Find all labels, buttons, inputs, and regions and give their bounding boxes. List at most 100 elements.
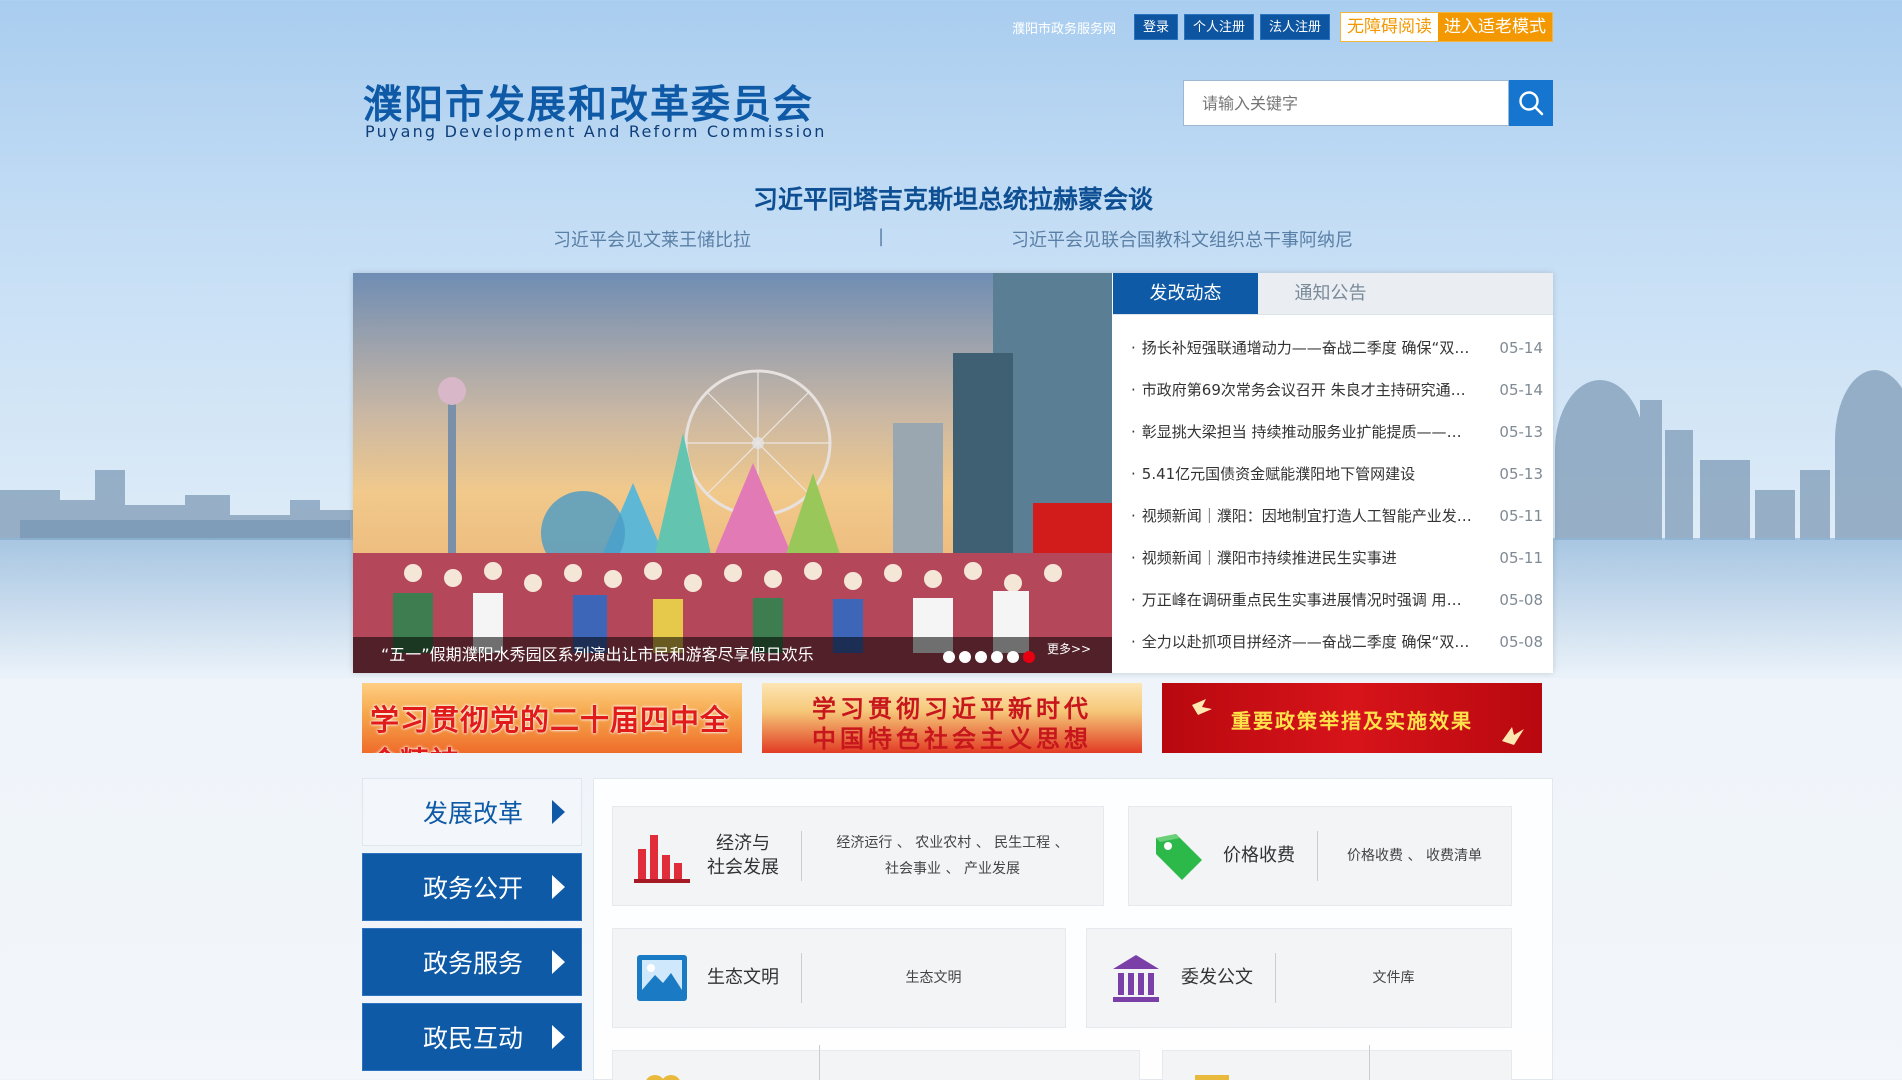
slideshow-dot[interactable] xyxy=(1007,651,1019,663)
chevron-right-icon xyxy=(552,800,565,824)
news-title[interactable]: 5.41亿元国债资金赋能濮阳地下管网建设 xyxy=(1131,453,1476,495)
card-economy-title-line1: 经济与 xyxy=(716,833,770,854)
card-economy-subs: 经济运行 、 农业农村 、 民生工程 、 社会事业 、 产业发展 xyxy=(802,830,1103,882)
login-button[interactable]: 登录 xyxy=(1133,14,1178,40)
slideshow-dot[interactable] xyxy=(991,651,1003,663)
headline-sub-left[interactable]: 习近平会见文莱王储比拉 xyxy=(553,226,751,252)
card-partial-left[interactable] xyxy=(612,1045,1140,1080)
slideshow-dot[interactable] xyxy=(1023,651,1035,663)
news-slideshow[interactable]: “五一”假期濮阳水秀园区系列演出让市民和游客尽享假日欢乐 更多>> xyxy=(353,273,1112,673)
news-title[interactable]: 视频新闻｜濮阳：因地制宜打造人工智能产业发展新高地 xyxy=(1131,495,1476,537)
news-date: 05-14 xyxy=(1499,381,1543,399)
list-item[interactable]: 全力以赴抓项目拼经济——奋战二季度 确保“双半”工作推进 05-08 xyxy=(1131,621,1543,663)
category-panel: 经济与 社会发展 经济运行 、 农业农村 、 民生工程 、 社会事业 、 产业发… xyxy=(593,778,1553,1080)
slideshow-dot[interactable] xyxy=(975,651,987,663)
card-partial-right[interactable] xyxy=(1162,1045,1512,1080)
search-input[interactable] xyxy=(1183,80,1509,126)
card-ecology-title: 生态文明 xyxy=(707,967,779,988)
nav-item-label: 政务公开 xyxy=(423,874,524,903)
slideshow-image xyxy=(353,273,1112,673)
government-building-icon xyxy=(1105,947,1167,1009)
list-item[interactable]: 扬长补短强联通增动力——奋战二季度 确保“双半”工作推进 05-14 xyxy=(1131,327,1543,369)
list-item[interactable]: 彰显挑大梁担当 持续推动服务业扩能提质——访市发改委 05-13 xyxy=(1131,411,1543,453)
tab-notices[interactable]: 通知公告 xyxy=(1258,273,1403,314)
price-tag-icon xyxy=(1147,825,1209,887)
card-economy-title-line2: 社会发展 xyxy=(707,857,779,878)
top-bar: 濮阳市政务服务网 登录 个人注册 法人注册 无障碍阅读 进入适老模式 xyxy=(1012,12,1553,42)
chevron-right-icon xyxy=(552,875,565,899)
news-title[interactable]: 视频新闻｜濮阳市持续推进民生实事进 xyxy=(1131,537,1476,579)
news-title[interactable]: 市政府第69次常务会议召开 朱良才主持研究通过有关事项 xyxy=(1131,369,1476,411)
news-title[interactable]: 全力以赴抓项目拼经济——奋战二季度 确保“双半”工作推进 xyxy=(1131,621,1476,663)
banner-policy-effects-text: 重要政策举措及实施效果 xyxy=(1231,709,1473,733)
banner-fourth-plenum[interactable]: 学习贯彻党的二十届四中全会精神 xyxy=(362,683,742,753)
news-date: 05-14 xyxy=(1499,339,1543,357)
corporate-register-button[interactable]: 法人注册 xyxy=(1259,14,1330,40)
news-tabs: 发改动态 通知公告 xyxy=(1113,273,1553,315)
headline-subs: 习近平会见文莱王储比拉 | 习近平会见联合国教科文组织总干事阿纳尼 xyxy=(353,226,1553,252)
news-title[interactable]: 扬长补短强联通增动力——奋战二季度 确保“双半”工作推进 xyxy=(1131,327,1476,369)
card-documents[interactable]: 委发公文 文件库 xyxy=(1086,928,1512,1028)
card-economy-sub-line2[interactable]: 社会事业 、 产业发展 xyxy=(810,856,1095,882)
divider xyxy=(819,1045,820,1080)
card-economy-title: 经济与 社会发展 xyxy=(707,832,779,880)
banner-policy-effects[interactable]: 重要政策举措及实施效果 xyxy=(1162,683,1542,753)
search-icon xyxy=(1519,91,1544,116)
list-item[interactable]: 5.41亿元国债资金赋能濮阳地下管网建设 05-13 xyxy=(1131,453,1543,495)
banner-xi-thought-line2: 中国特色社会主义思想 xyxy=(812,724,1092,753)
banner-xi-thought[interactable]: 学习贯彻习近平新时代 中国特色社会主义思想 xyxy=(762,683,1142,753)
partial-icon xyxy=(1181,1039,1243,1080)
chevron-right-icon xyxy=(552,950,565,974)
headline-sub-right[interactable]: 习近平会见联合国教科文组织总干事阿纳尼 xyxy=(1011,226,1353,252)
list-item[interactable]: 视频新闻｜濮阳：因地制宜打造人工智能产业发展新高地 05-11 xyxy=(1131,495,1543,537)
elderly-mode-button[interactable]: 进入适老模式 xyxy=(1438,13,1552,41)
banner-fourth-plenum-text: 学习贯彻党的二十届四中全会精神 xyxy=(370,703,731,753)
slideshow-dots xyxy=(943,651,1035,663)
news-panel: 发改动态 通知公告 扬长补短强联通增动力——奋战二季度 确保“双半”工作推进 05… xyxy=(1113,273,1553,673)
nav-item-public-interaction[interactable]: 政民互动 xyxy=(362,1003,582,1071)
search-box xyxy=(1183,80,1553,126)
chevron-right-icon xyxy=(552,1025,565,1049)
news-title[interactable]: 万正峰在调研重点民生实事进展情况时强调 用心用情办好 xyxy=(1131,579,1476,621)
personal-register-button[interactable]: 个人注册 xyxy=(1183,14,1254,40)
list-item[interactable]: 视频新闻｜濮阳市持续推进民生实事进 05-11 xyxy=(1131,537,1543,579)
topic-banners: 学习贯彻党的二十届四中全会精神 学习贯彻习近平新时代 中国特色社会主义思想 重要… xyxy=(362,683,1542,753)
nav-item-government-affairs[interactable]: 政务公开 xyxy=(362,853,582,921)
card-economy-sub-line1[interactable]: 经济运行 、 农业农村 、 民生工程 、 xyxy=(810,830,1095,856)
card-price-title: 价格收费 xyxy=(1223,845,1295,866)
headline-separator: | xyxy=(877,226,885,247)
site-logo-subtitle: Puyang Development And Reform Commission xyxy=(365,122,827,141)
partial-icon xyxy=(631,1039,693,1080)
news-date: 05-11 xyxy=(1499,549,1543,567)
slideshow-more-link[interactable]: 更多>> xyxy=(1047,640,1091,657)
accessibility-group: 无障碍阅读 进入适老模式 xyxy=(1340,12,1553,42)
news-date: 05-11 xyxy=(1499,507,1543,525)
gov-service-link[interactable]: 濮阳市政务服务网 xyxy=(1012,18,1116,37)
list-item[interactable]: 市政府第69次常务会议召开 朱良才主持研究通过有关事项 05-14 xyxy=(1131,369,1543,411)
tab-reform-news[interactable]: 发改动态 xyxy=(1113,273,1258,314)
left-nav: 发展改革 政务公开 政务服务 政民互动 xyxy=(362,778,582,1078)
headline-main[interactable]: 习近平同塔吉克斯坦总统拉赫蒙会谈 xyxy=(353,180,1553,216)
divider xyxy=(1369,1045,1370,1080)
list-item[interactable]: 万正峰在调研重点民生实事进展情况时强调 用心用情办好 05-08 xyxy=(1131,579,1543,621)
landscape-image-icon xyxy=(631,947,693,1009)
card-price-sub[interactable]: 价格收费 、 收费清单 xyxy=(1318,843,1511,869)
card-ecology[interactable]: 生态文明 生态文明 xyxy=(612,928,1066,1028)
card-ecology-sub[interactable]: 生态文明 xyxy=(802,965,1065,991)
search-button[interactable] xyxy=(1509,80,1553,126)
nav-item-label: 政务服务 xyxy=(423,949,524,978)
news-date: 05-08 xyxy=(1499,591,1543,609)
news-title[interactable]: 彰显挑大梁担当 持续推动服务业扩能提质——访市发改委 xyxy=(1131,411,1476,453)
accessible-reading-button[interactable]: 无障碍阅读 xyxy=(1341,13,1438,41)
card-economy[interactable]: 经济与 社会发展 经济运行 、 农业农村 、 民生工程 、 社会事业 、 产业发… xyxy=(612,806,1104,906)
slideshow-dot[interactable] xyxy=(959,651,971,663)
card-price[interactable]: 价格收费 价格收费 、 收费清单 xyxy=(1128,806,1512,906)
news-date: 05-08 xyxy=(1499,633,1543,651)
lower-section: 发展改革 政务公开 政务服务 政民互动 经济与 社会发展 经济运行 、 农业农村… xyxy=(353,778,1553,1080)
news-list: 扬长补短强联通增动力——奋战二季度 确保“双半”工作推进 05-14 市政府第69… xyxy=(1113,315,1553,663)
card-documents-sub[interactable]: 文件库 xyxy=(1276,965,1511,991)
slideshow-dot[interactable] xyxy=(943,651,955,663)
nav-item-development-reform[interactable]: 发展改革 xyxy=(362,778,582,846)
nav-item-government-services[interactable]: 政务服务 xyxy=(362,928,582,996)
news-date: 05-13 xyxy=(1499,423,1543,441)
